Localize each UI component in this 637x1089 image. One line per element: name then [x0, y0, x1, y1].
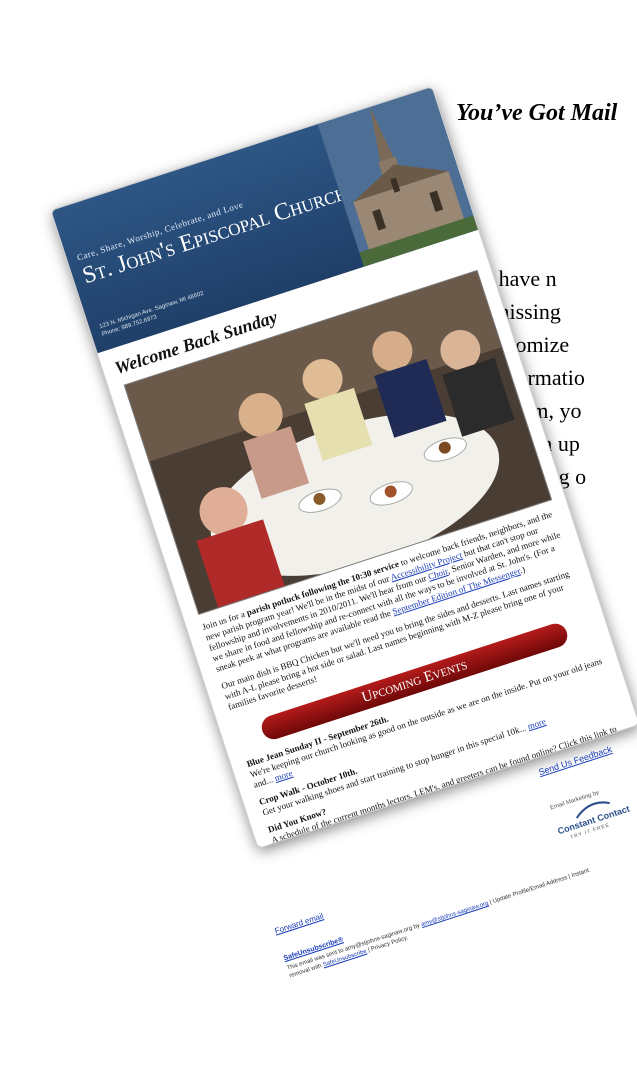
constant-contact-badge[interactable]: Email Marketing by Constant Contact TRY …: [550, 776, 637, 862]
church-building-image: [317, 87, 479, 267]
footer-text: This email was sent to amy@stjohns-sagin…: [286, 866, 595, 980]
event-text: now.: [358, 812, 381, 828]
newsletter-card: Care, Share, Worship, Celebrate, and Lov…: [50, 85, 637, 850]
sender-email-link[interactable]: amy@stjohns-saginaw.org: [420, 901, 489, 928]
text-span: .): [518, 564, 527, 576]
church-name: St. John's Episcopal Church: [79, 179, 351, 290]
page-heading: You’ve Got Mail: [456, 100, 618, 126]
forward-email-link[interactable]: Forward email: [274, 911, 325, 935]
